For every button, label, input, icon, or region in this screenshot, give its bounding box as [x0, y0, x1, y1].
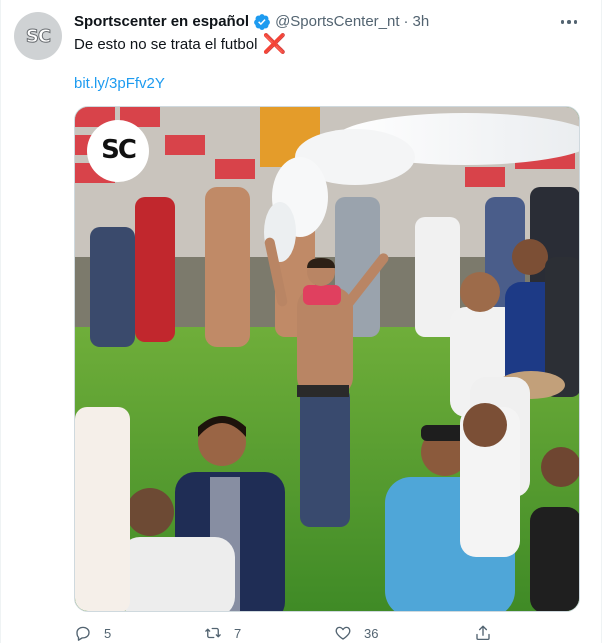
- display-name[interactable]: Sportscenter en español: [74, 12, 249, 32]
- stadium-photo-image: [75, 107, 579, 611]
- tweet-link[interactable]: bit.ly/3pFfv2Y: [74, 74, 165, 94]
- like-button[interactable]: 36: [334, 624, 474, 642]
- timestamp[interactable]: 3h: [413, 12, 430, 32]
- tweet-text: De esto no se trata el futbol ❌: [74, 35, 286, 55]
- verified-badge-icon: [254, 14, 270, 30]
- reply-button[interactable]: 5: [74, 624, 204, 642]
- retweet-button[interactable]: 7: [204, 624, 334, 642]
- cross-mark-emoji-icon: ❌: [262, 34, 287, 55]
- reply-icon: [76, 626, 90, 641]
- share-icon: [476, 625, 490, 641]
- reply-count: 5: [104, 625, 112, 641]
- retweet-count: 7: [234, 625, 242, 641]
- share-button[interactable]: [474, 624, 492, 642]
- tweet-actions: 5 7 36: [74, 622, 504, 643]
- handle[interactable]: @SportsCenter_nt: [275, 12, 399, 32]
- like-count: 36: [364, 625, 379, 641]
- tweet-body: De esto no se trata el futbol: [74, 36, 258, 53]
- heart-icon: [335, 626, 351, 640]
- sc-logo-icon: SC: [25, 25, 51, 47]
- more-options-icon[interactable]: [557, 12, 581, 32]
- sc-overlay-logo-icon: SC: [101, 135, 137, 165]
- profile-avatar[interactable]: SC: [14, 12, 62, 60]
- separator-dot: ·: [403, 13, 409, 30]
- tweet-card[interactable]: SC Sportscenter en español @SportsCenter…: [0, 0, 602, 643]
- retweet-icon: [205, 627, 221, 639]
- tweet-photo[interactable]: SC: [74, 106, 580, 612]
- tweet-header: Sportscenter en español @SportsCenter_nt…: [74, 12, 429, 32]
